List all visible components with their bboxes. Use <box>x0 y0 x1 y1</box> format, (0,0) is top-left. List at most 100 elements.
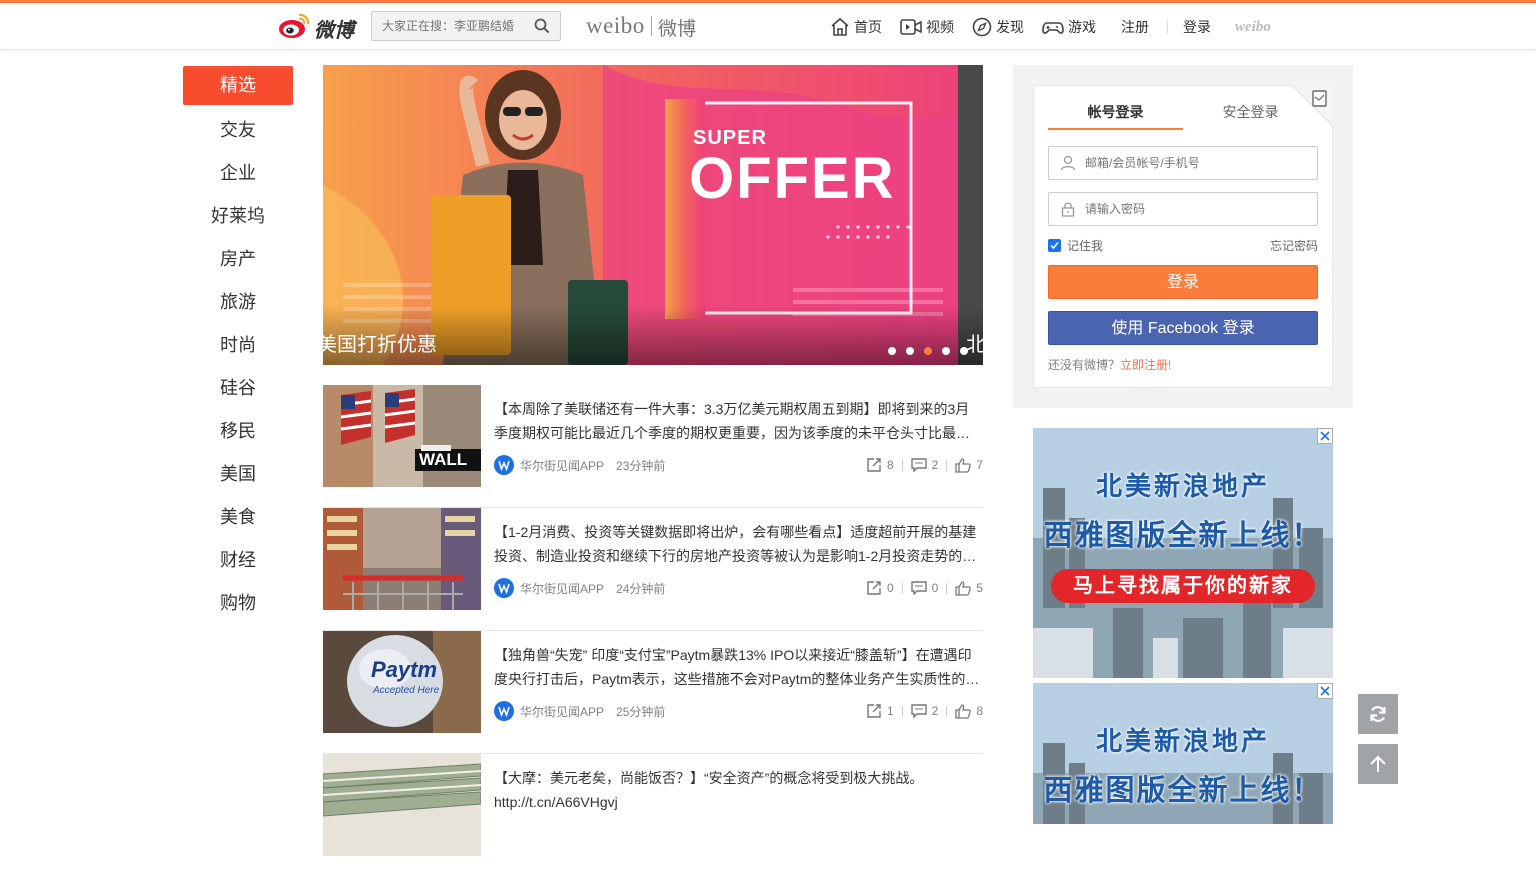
login-link[interactable]: 登录 <box>1183 17 1211 37</box>
video-icon <box>900 19 922 35</box>
repost-icon <box>867 704 881 718</box>
carousel-dots <box>888 347 978 355</box>
ad-cta[interactable]: 马上寻找属于你的新家 <box>1051 569 1315 603</box>
feed-text[interactable]: 【大摩：美元老矣，尚能饭否？】“安全资产”的概念将受到极大挑战。http://t… <box>494 766 980 814</box>
weibo-small-logo: weibo <box>1235 18 1271 35</box>
thumb-wall-label: WALL <box>419 450 468 469</box>
sidebar-item-finance[interactable]: 财经 <box>183 539 293 582</box>
back-to-top-button[interactable] <box>1358 744 1398 784</box>
sidebar-item-immigration[interactable]: 移民 <box>183 410 293 453</box>
sidebar-item-shopping[interactable]: 购物 <box>183 582 293 625</box>
thumbs-up-icon <box>955 580 972 596</box>
feed-source[interactable]: 华尔街见闻APP <box>520 703 604 720</box>
lock-icon <box>1060 201 1076 222</box>
carousel-dot[interactable] <box>888 347 896 355</box>
ad-close-button[interactable] <box>1317 428 1333 444</box>
facebook-login-button[interactable]: 使用 Facebook 登录 <box>1048 311 1318 345</box>
user-icon <box>1060 155 1076 176</box>
login-button[interactable]: 登录 <box>1048 265 1318 299</box>
feed-text[interactable]: 【本周除了美联储还有一件大事：3.3万亿美元期权周五到期】即将到来的3月季度期权… <box>494 397 980 445</box>
sidebar-item-usa[interactable]: 美国 <box>183 453 293 496</box>
feed-item[interactable]: 【大摩：美元老矣，尚能饭否？】“安全资产”的概念将受到极大挑战。http://t… <box>323 754 983 877</box>
action-divider <box>946 705 948 717</box>
nav-video[interactable]: 视频 <box>900 17 954 37</box>
feed-item[interactable]: 【1-2月消费、投资等关键数据即将出炉，会有哪些看点】适度超前开展的基建投资、制… <box>323 508 983 631</box>
feed-item[interactable]: WALL 【本周除了美联储还有一件大事：3.3万亿美元期权周五到期】即将到来的3… <box>323 385 983 508</box>
repost-button[interactable]: 1 <box>866 704 894 718</box>
like-button[interactable]: 5 <box>955 580 983 596</box>
nav-home[interactable]: 首页 <box>830 17 882 37</box>
sidebar-item-siliconvalley[interactable]: 硅谷 <box>183 367 293 410</box>
username-input[interactable] <box>1085 147 1315 179</box>
discover-icon <box>972 17 992 37</box>
feed-source[interactable]: 华尔街见闻APP <box>520 457 604 474</box>
carousel-dot[interactable] <box>906 347 914 355</box>
username-field[interactable] <box>1048 146 1318 180</box>
password-field[interactable] <box>1048 192 1318 226</box>
like-button[interactable]: 7 <box>955 457 983 473</box>
feed-meta: 华尔街见闻APP 23分钟前 8 2 7 <box>494 455 983 475</box>
sidebar-item-realestate[interactable]: 房产 <box>183 238 293 281</box>
refresh-button[interactable] <box>1358 694 1398 734</box>
source-avatar-icon[interactable] <box>494 701 514 721</box>
feed-thumbnail[interactable]: Paytm Accepted Here <box>323 631 481 733</box>
search-input[interactable] <box>372 12 522 40</box>
forgot-password-link[interactable]: 忘记密码 <box>1270 237 1318 254</box>
feed-actions: 8 2 7 <box>866 457 983 473</box>
tab-secure-login[interactable]: 安全登录 <box>1183 102 1318 130</box>
nav-game[interactable]: 游戏 <box>1042 17 1096 37</box>
source-avatar-icon[interactable] <box>494 578 514 598</box>
weibo-logo[interactable]: 微博 <box>277 10 361 42</box>
search-icon[interactable] <box>534 18 550 39</box>
ad-banner[interactable]: 北美新浪地产 西雅图版全新上线！ <box>1033 683 1333 824</box>
remember-label[interactable]: 记住我 <box>1067 237 1103 254</box>
source-avatar-icon[interactable] <box>494 455 514 475</box>
like-count: 7 <box>976 458 983 472</box>
feed-actions: 1 2 8 <box>866 703 983 719</box>
sidebar-item-travel[interactable]: 旅游 <box>183 281 293 324</box>
sidebar-item-food[interactable]: 美食 <box>183 496 293 539</box>
ad-close-button[interactable] <box>1317 683 1333 699</box>
register-link[interactable]: 注册 <box>1121 17 1149 37</box>
sidebar-item-featured[interactable]: 精选 <box>183 66 293 105</box>
feed-thumbnail[interactable] <box>323 508 481 610</box>
search-box[interactable] <box>371 11 561 41</box>
carousel-banner[interactable]: SUPER OFFER 美国打折优惠 北 <box>323 65 983 365</box>
register-now-link[interactable]: 立即注册! <box>1120 358 1171 372</box>
sidebar-item-dating[interactable]: 交友 <box>183 109 293 152</box>
banner-caption[interactable]: 美国打折优惠 <box>323 328 437 357</box>
like-button[interactable]: 8 <box>955 703 983 719</box>
repost-button[interactable]: 0 <box>866 581 894 595</box>
sidebar-item-business[interactable]: 企业 <box>183 152 293 195</box>
comment-button[interactable]: 0 <box>910 581 938 595</box>
carousel-dot-active[interactable] <box>924 347 932 355</box>
feed-thumbnail[interactable]: WALL <box>323 385 481 487</box>
comment-icon <box>910 581 927 595</box>
sidebar-item-fashion[interactable]: 时尚 <box>183 324 293 367</box>
nav-discover[interactable]: 发现 <box>972 17 1024 37</box>
comment-button[interactable]: 2 <box>910 704 938 718</box>
thumbs-up-icon <box>955 457 972 473</box>
tab-account-login[interactable]: 帐号登录 <box>1048 102 1183 130</box>
brand-en: weibo <box>586 13 645 38</box>
remember-checkbox[interactable] <box>1048 239 1061 252</box>
carousel-dot[interactable] <box>942 347 950 355</box>
signup-prompt: 还没有微博？立即注册! <box>1048 356 1171 373</box>
game-icon <box>1042 22 1064 34</box>
feed-item[interactable]: Paytm Accepted Here 【独角兽“失宠” 印度“支付宝”Payt… <box>323 631 983 754</box>
thumbs-up-icon <box>955 703 972 719</box>
sidebar-item-hollywood[interactable]: 好莱坞 <box>183 195 293 238</box>
feed-thumbnail[interactable] <box>323 754 481 856</box>
action-divider <box>901 582 903 594</box>
carousel-dot[interactable] <box>960 347 968 355</box>
thumb-paytm-label: Paytm <box>371 657 438 682</box>
no-account-text: 还没有微博？ <box>1048 358 1121 372</box>
feed-text[interactable]: 【1-2月消费、投资等关键数据即将出炉，会有哪些看点】适度超前开展的基建投资、制… <box>494 520 980 568</box>
feed-meta: 华尔街见闻APP 25分钟前 1 2 8 <box>494 701 983 721</box>
comment-button[interactable]: 2 <box>910 458 938 472</box>
ad-banner[interactable]: 北美新浪地产 西雅图版全新上线！ 马上寻找属于你的新家 <box>1033 428 1333 678</box>
feed-source[interactable]: 华尔街见闻APP <box>520 580 604 597</box>
password-input[interactable] <box>1085 193 1315 225</box>
repost-button[interactable]: 8 <box>866 458 894 472</box>
feed-text[interactable]: 【独角兽“失宠” 印度“支付宝”Paytm暴跌13% IPO以来接近“膝盖斩”】… <box>494 643 980 691</box>
